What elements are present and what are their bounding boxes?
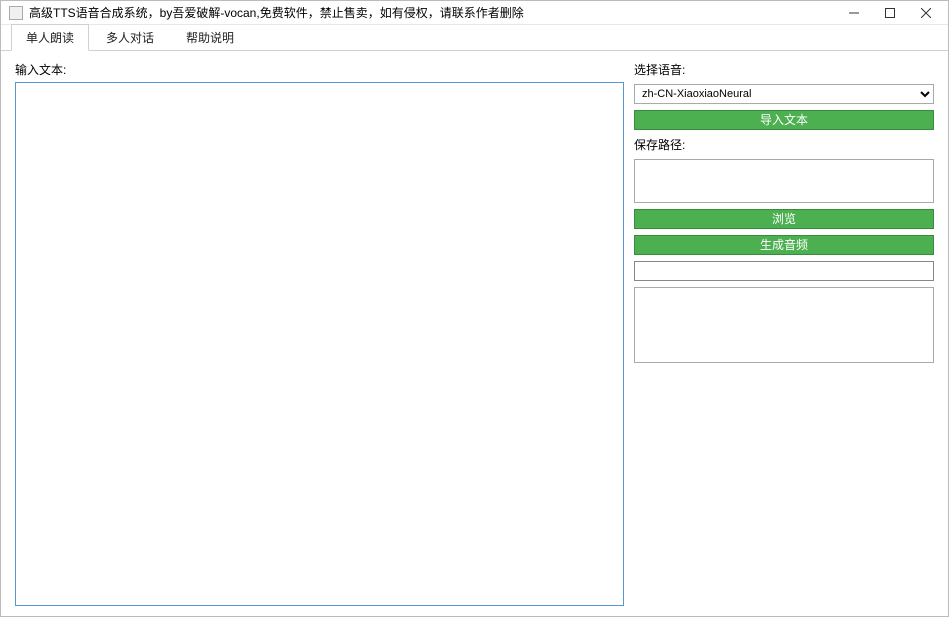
minimize-icon [849,8,859,18]
close-icon [921,8,931,18]
import-text-button[interactable]: 导入文本 [634,110,934,130]
generate-audio-button[interactable]: 生成音频 [634,235,934,255]
save-path-input[interactable] [634,159,934,203]
window-controls [836,1,944,24]
status-field[interactable] [634,261,934,281]
voice-label: 选择语音: [634,61,934,78]
minimize-button[interactable] [836,1,872,25]
tab-bar: 单人朗读 多人对话 帮助说明 [1,25,948,51]
input-text-area[interactable] [15,82,624,606]
tab-multi-dialog[interactable]: 多人对话 [91,24,169,50]
titlebar: 高级TTS语音合成系统，by吾爱破解-vocan,免费软件，禁止售卖，如有侵权，… [1,1,948,25]
tab-help[interactable]: 帮助说明 [171,24,249,50]
left-pane: 输入文本: [15,61,624,606]
app-window: 高级TTS语音合成系统，by吾爱破解-vocan,免费软件，禁止售卖，如有侵权，… [0,0,949,617]
window-title: 高级TTS语音合成系统，by吾爱破解-vocan,免费软件，禁止售卖，如有侵权，… [29,4,836,21]
maximize-button[interactable] [872,1,908,25]
right-pane: 选择语音: zh-CN-XiaoxiaoNeural 导入文本 保存路径: 浏览… [634,61,934,606]
app-icon [9,6,23,20]
log-output[interactable] [634,287,934,363]
content-area: 输入文本: 选择语音: zh-CN-XiaoxiaoNeural 导入文本 保存… [1,51,948,616]
maximize-icon [885,8,895,18]
close-button[interactable] [908,1,944,25]
tab-single-read[interactable]: 单人朗读 [11,24,89,51]
voice-select[interactable]: zh-CN-XiaoxiaoNeural [634,84,934,104]
input-text-label: 输入文本: [15,61,624,78]
browse-button[interactable]: 浏览 [634,209,934,229]
save-path-label: 保存路径: [634,136,934,153]
